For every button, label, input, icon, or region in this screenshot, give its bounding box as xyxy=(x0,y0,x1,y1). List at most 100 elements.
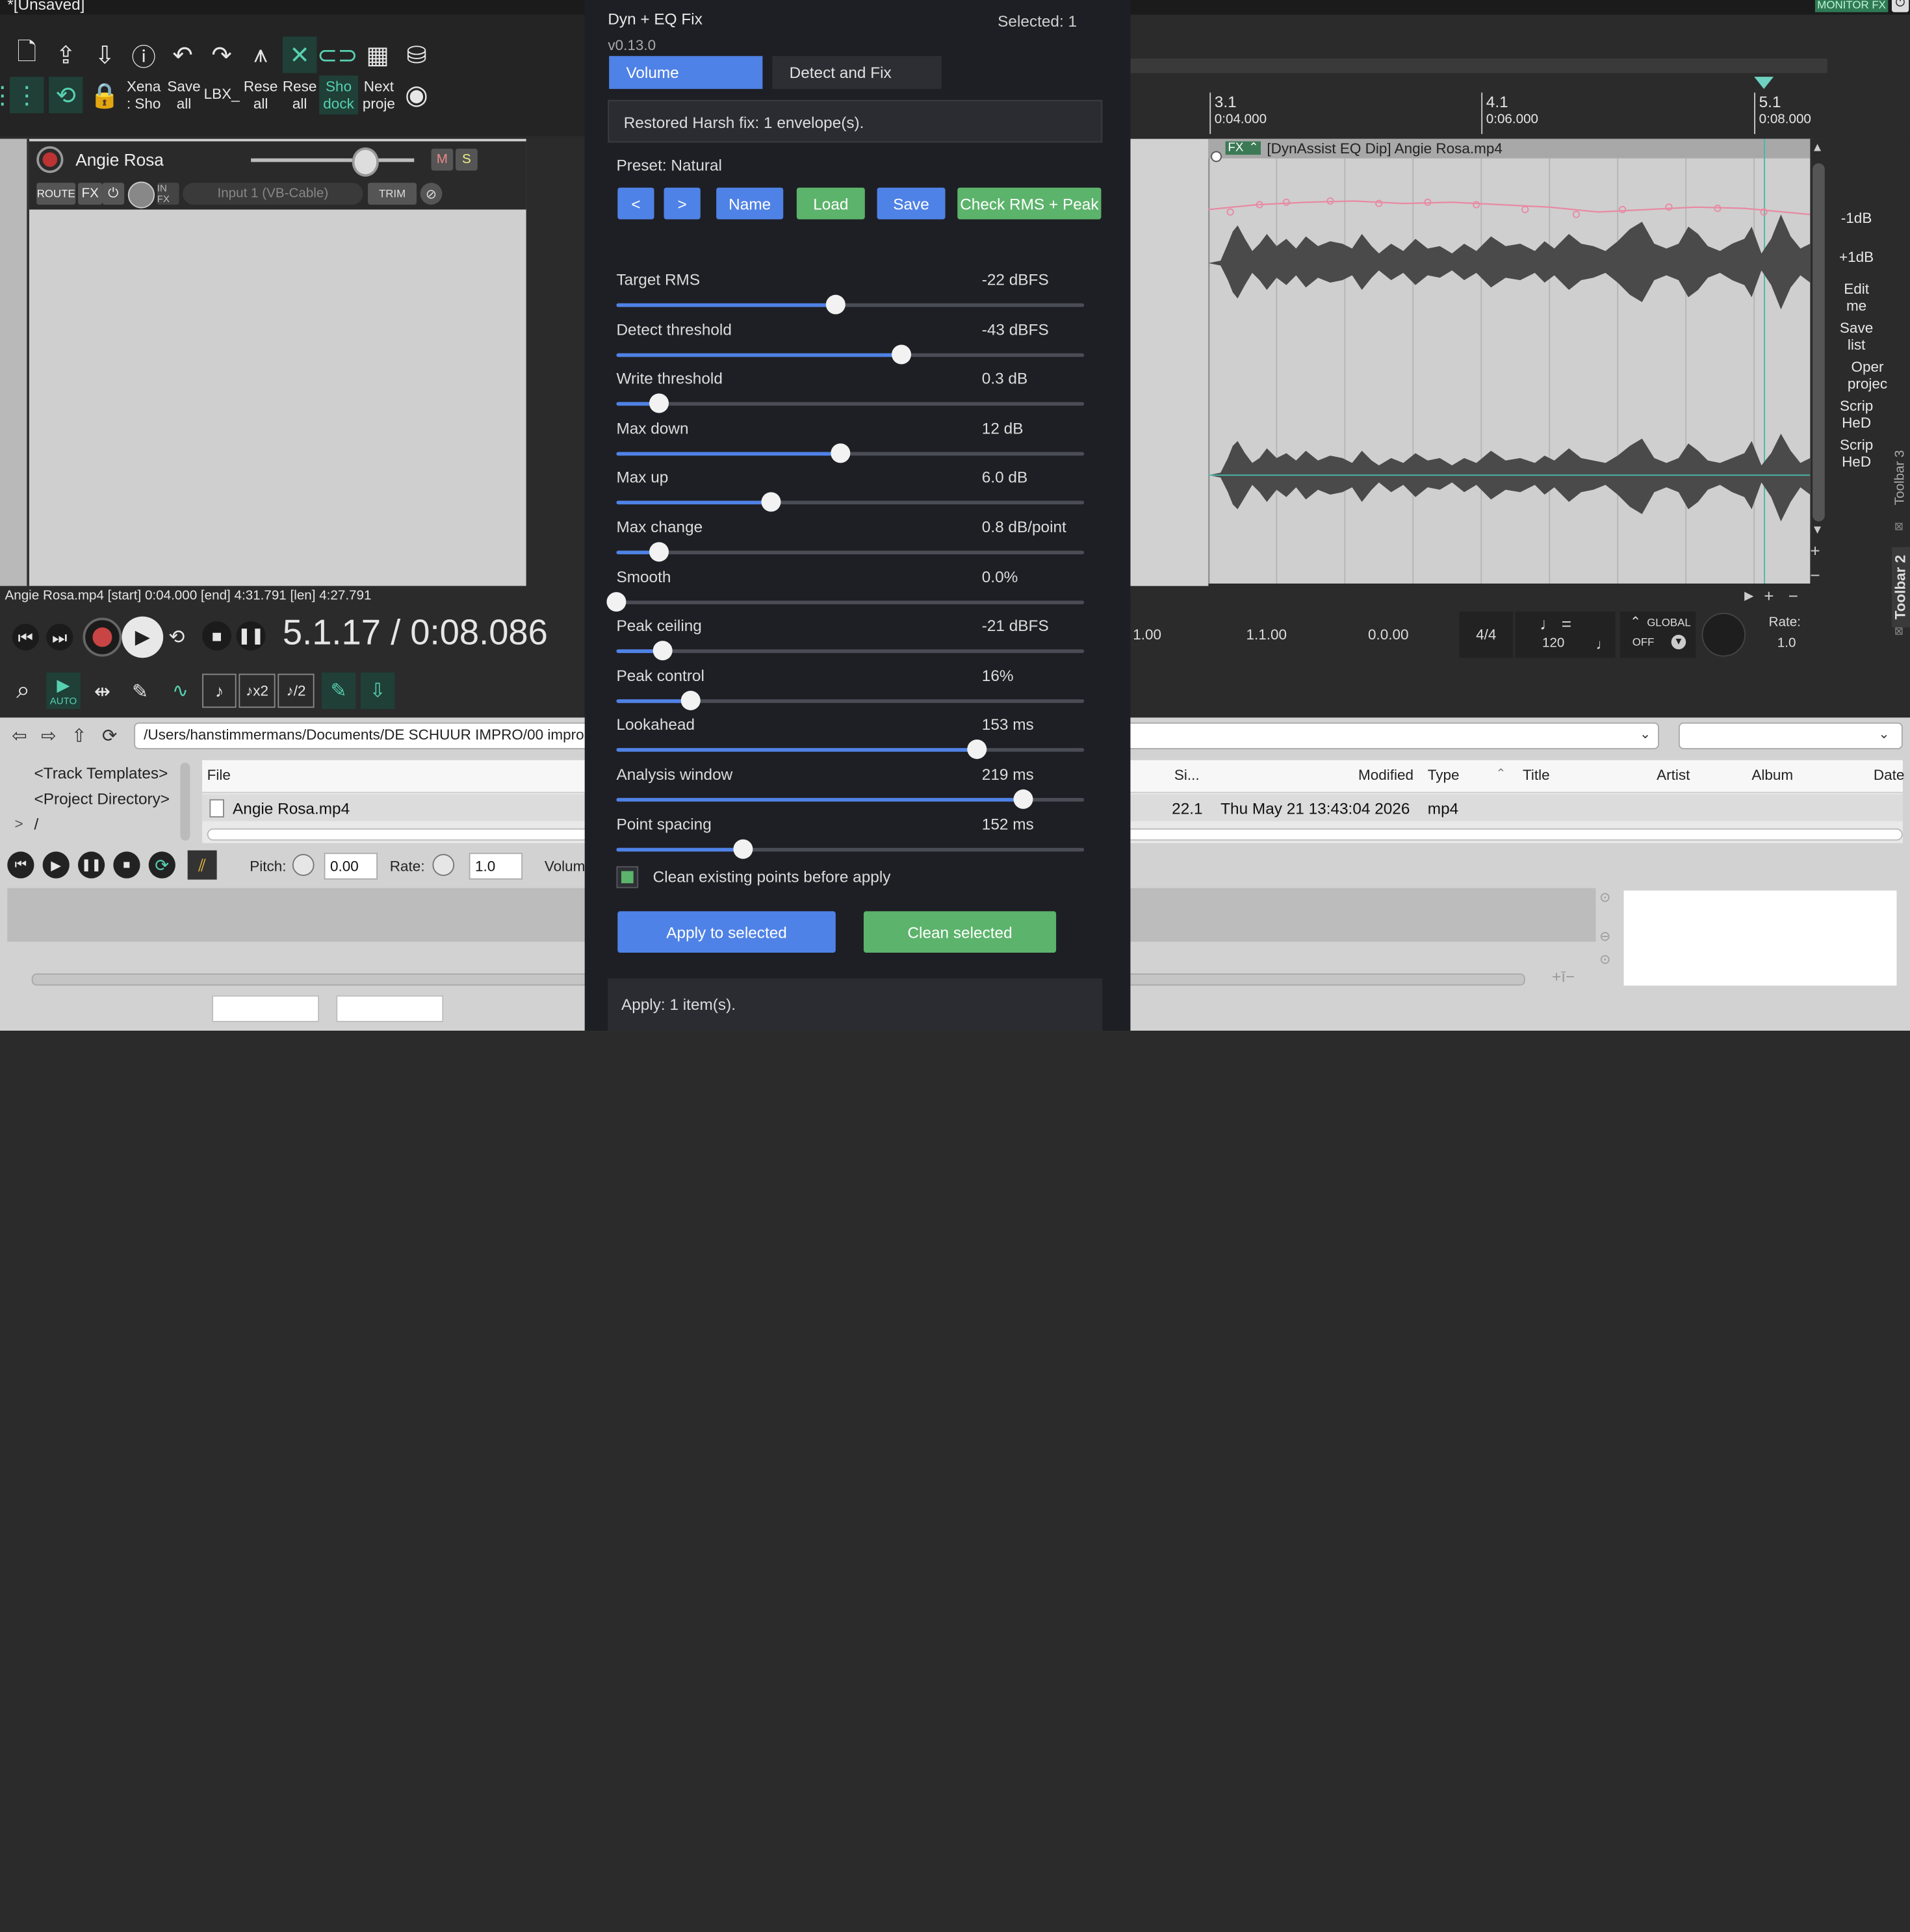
pause-icon[interactable]: ❚❚ xyxy=(236,621,266,651)
zoom-in-icon[interactable]: + xyxy=(1810,541,1820,560)
redo-icon[interactable]: ↷ xyxy=(207,39,237,71)
download-green-icon[interactable]: ⇩ xyxy=(360,672,395,710)
bottom-input-2[interactable] xyxy=(336,995,444,1022)
slider-detect_threshold[interactable] xyxy=(616,344,1085,364)
tab-detect-and-fix[interactable]: Detect and Fix xyxy=(772,56,942,89)
fx-button[interactable]: FX xyxy=(77,183,103,205)
slider-peak_control[interactable] xyxy=(616,690,1085,710)
browser-tree-expand-icon[interactable]: > xyxy=(14,815,23,832)
slider-max_down[interactable] xyxy=(616,443,1085,463)
track-name[interactable]: Angie Rosa xyxy=(75,150,164,170)
preview-zoom-icon[interactable]: +ī− xyxy=(1552,968,1575,986)
preview-pitch-knob[interactable] xyxy=(292,854,315,876)
slider-max_up[interactable] xyxy=(616,493,1085,513)
preview-pitch-input[interactable]: 0.00 xyxy=(324,853,378,880)
slider-knob-max_change[interactable] xyxy=(649,542,669,562)
apply-to-selected-button[interactable]: Apply to selected xyxy=(617,911,836,953)
input-fx-button[interactable]: IN FX xyxy=(157,183,179,205)
right-toolbar-edit-me[interactable]: Edit me xyxy=(1832,280,1881,314)
go-end-icon[interactable]: ⏭ xyxy=(46,623,73,651)
metronome-icon[interactable]: ⩚ xyxy=(246,39,276,71)
col-album[interactable]: Album xyxy=(1751,766,1793,783)
docker-tab-toolbar3[interactable]: Toolbar 3 xyxy=(1893,443,1910,511)
preset-next-button[interactable]: > xyxy=(664,187,701,220)
preset-name-button[interactable]: Name xyxy=(716,187,784,220)
browser-refresh-icon[interactable]: ⟳ xyxy=(97,724,122,748)
tempo-small-note-icon[interactable]: ♩ xyxy=(1595,636,1610,653)
preview-rate-knob[interactable] xyxy=(432,854,455,876)
camera-icon[interactable]: ◉ xyxy=(397,78,436,112)
slider-knob-point_spacing[interactable] xyxy=(732,838,753,858)
toolbar-next-project-button[interactable]: Next proje xyxy=(358,78,400,112)
monitor-fx-power-icon[interactable]: ⏻ xyxy=(1891,0,1909,12)
media-item-fx-badge[interactable]: FX xyxy=(1225,141,1246,155)
right-toolbar-script-1[interactable]: Scrip HeD xyxy=(1832,397,1881,431)
preview-tempo-icon[interactable]: ⫽ xyxy=(187,850,217,880)
slider-knob-write_threshold[interactable] xyxy=(649,393,669,413)
phase-button[interactable]: ⊘ xyxy=(420,183,443,205)
preview-repeat-icon[interactable]: ⟳ xyxy=(148,851,175,879)
browser-tree-item-root[interactable]: / xyxy=(34,815,38,833)
toolbar-xena-button[interactable]: Xena : Sho xyxy=(122,78,165,112)
tab-volume[interactable]: Volume xyxy=(609,56,763,89)
record-button[interactable] xyxy=(83,617,122,657)
playrate-value[interactable]: 1.0 xyxy=(1777,636,1796,650)
col-date[interactable]: Date xyxy=(1874,766,1905,783)
browser-tree-item-project[interactable]: <Project Directory> xyxy=(34,790,170,808)
auto-button[interactable]: ▶ AUTO xyxy=(46,672,81,710)
cursor-tool-icon[interactable]: ⌕ xyxy=(7,675,39,707)
preview-play-icon[interactable]: ▶ xyxy=(42,851,70,879)
docker-tab-close-icon[interactable]: ⊠ xyxy=(1894,520,1904,534)
bottom-input-1[interactable] xyxy=(212,995,320,1022)
slider-target_rms[interactable] xyxy=(616,294,1085,315)
clean-selected-button[interactable]: Clean selected xyxy=(863,911,1057,953)
col-file[interactable]: File xyxy=(207,766,231,783)
hzoom-in-icon[interactable]: + xyxy=(1764,586,1774,606)
col-title[interactable]: Title xyxy=(1523,766,1550,783)
right-toolbar-minus1db[interactable]: -1dB xyxy=(1832,209,1881,226)
global-dropdown-icon[interactable]: ▼ xyxy=(1671,634,1686,650)
hscroll-bar[interactable] xyxy=(1130,588,1740,606)
check-rms-peak-button[interactable]: Check RMS + Peak xyxy=(957,187,1102,220)
arrange-vscroll-thumb[interactable] xyxy=(1813,163,1825,522)
browser-path-dropdown-icon[interactable]: ⌄ xyxy=(1640,726,1651,741)
slider-analysis_window[interactable] xyxy=(616,789,1085,809)
toolbar-show-dock-button[interactable]: Sho dock xyxy=(319,75,359,115)
col-artist[interactable]: Artist xyxy=(1657,766,1690,783)
slider-knob-analysis_window[interactable] xyxy=(1013,789,1033,809)
col-size[interactable]: Si... xyxy=(1174,766,1200,783)
loop-icon[interactable]: ⟲ xyxy=(48,77,83,114)
right-toolbar-open-project[interactable]: Oper projec xyxy=(1842,358,1893,392)
pencil-tool-icon[interactable]: ✎ xyxy=(124,677,156,706)
preview-side-icon-2[interactable]: ⊖ xyxy=(1599,929,1610,944)
volume-fader-knob[interactable] xyxy=(352,147,379,177)
hscroll-arrow-icon[interactable]: ▶ xyxy=(1744,589,1753,603)
toolbar-lbx-button[interactable]: LBX_ xyxy=(202,85,241,102)
repeat-icon[interactable]: ⟲ xyxy=(163,624,190,650)
preview-side-icon[interactable]: ⊙ xyxy=(1599,890,1610,905)
hzoom-out-icon[interactable]: − xyxy=(1788,586,1798,606)
slider-peak_ceiling[interactable] xyxy=(616,641,1085,661)
time-signature[interactable]: 4/4 xyxy=(1459,612,1514,658)
record-arm-button[interactable] xyxy=(36,146,64,174)
monitor-fx-button[interactable]: MONITOR FX xyxy=(1814,0,1889,12)
playhead-flag[interactable] xyxy=(1754,77,1774,89)
slider-smooth[interactable] xyxy=(606,591,1085,612)
slider-write_threshold[interactable] xyxy=(616,393,1085,413)
trim-button[interactable]: TRIM xyxy=(368,183,417,205)
docker-tab-toolbar2[interactable]: Toolbar 2 xyxy=(1891,547,1910,628)
play-button[interactable]: ▶ xyxy=(122,616,164,658)
note-grid-icon[interactable]: ♪ xyxy=(202,673,237,708)
right-toolbar-save-list[interactable]: Save list xyxy=(1832,319,1881,353)
link-icon[interactable]: ⊂⊃ xyxy=(317,39,358,71)
open-project-icon[interactable]: ⇪ xyxy=(51,39,81,71)
tempo-value[interactable]: 120 xyxy=(1542,636,1564,650)
note-double-icon[interactable]: ♪x2 xyxy=(239,673,276,708)
preview-start-icon[interactable]: ⏮ xyxy=(7,851,34,879)
preset-prev-button[interactable]: < xyxy=(617,187,654,220)
col-type[interactable]: Type xyxy=(1428,766,1460,783)
volume-fader-track[interactable] xyxy=(251,158,415,162)
col-modified[interactable]: Modified xyxy=(1358,766,1413,783)
slider-knob-smooth[interactable] xyxy=(606,591,626,612)
browser-back-icon[interactable]: ⇦ xyxy=(7,724,31,748)
